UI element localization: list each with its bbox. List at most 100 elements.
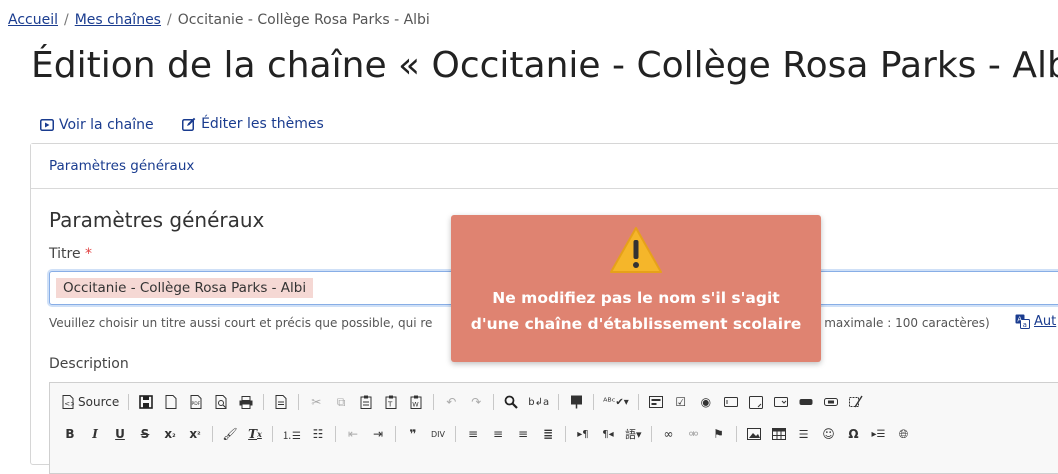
replace-icon[interactable]: b↲a: [528, 393, 549, 411]
select-all-icon[interactable]: [568, 393, 584, 411]
bulleted-list-icon[interactable]: ☷: [310, 425, 326, 443]
copy-icon[interactable]: ⧉: [333, 393, 349, 411]
breadcrumb-my-channels-link[interactable]: Mes chaînes: [75, 12, 161, 28]
translate-icon: Aa: [1015, 314, 1030, 329]
source-button[interactable]: <> Source: [62, 393, 119, 411]
image-icon[interactable]: [746, 425, 762, 443]
channel-actions: Voir la chaîne Éditer les thèmes: [40, 116, 348, 135]
iframe-icon[interactable]: 🌐︎: [896, 425, 912, 443]
breadcrumb: Accueil / Mes chaînes / Occitanie - Collège …: [8, 12, 430, 28]
ltr-icon[interactable]: ▸¶: [575, 425, 591, 443]
spellcheck-icon[interactable]: ᴬᴮᶜ✔▾: [603, 393, 629, 411]
export-pdf-icon[interactable]: PDF: [188, 393, 204, 411]
undo-icon[interactable]: ↶: [443, 393, 459, 411]
cut-icon[interactable]: ✂: [308, 393, 324, 411]
redo-icon[interactable]: ↷: [468, 393, 484, 411]
outdent-icon[interactable]: ⇤: [345, 425, 361, 443]
page-break-icon[interactable]: ▸☰: [871, 425, 887, 443]
align-left-icon[interactable]: ≡: [465, 425, 481, 443]
hidden-field-icon[interactable]: [848, 393, 864, 411]
print-icon[interactable]: [238, 393, 254, 411]
svg-text:<>: <>: [64, 400, 74, 408]
textfield-icon[interactable]: [723, 393, 739, 411]
toolbar-separator: [272, 426, 273, 442]
auto-translate-link[interactable]: Aa Aut: [1015, 314, 1056, 329]
remove-format-icon[interactable]: Tx: [247, 425, 263, 443]
card-header-tab[interactable]: Paramètres généraux: [31, 144, 1058, 189]
toolbar-separator: [564, 426, 566, 442]
warning-icon: [610, 227, 662, 273]
anchor-icon[interactable]: ⚑: [711, 425, 727, 443]
image-button-icon[interactable]: [823, 393, 839, 411]
textarea-icon[interactable]: [748, 393, 764, 411]
smiley-icon[interactable]: ☺: [821, 425, 837, 443]
editor-toolbar-row-1: <> Source PDF ✂ ⧉ T W ↶ ↷ b↲a ᴬᴮᶜ✔▾ ☑ ◉: [62, 391, 873, 413]
preview-icon[interactable]: [213, 393, 229, 411]
title-help-text: Veuillez choisir un titre aussi court et…: [49, 316, 433, 330]
radio-icon[interactable]: ◉: [698, 393, 714, 411]
button-icon[interactable]: [798, 393, 814, 411]
edit-icon: [182, 117, 196, 131]
italic-icon[interactable]: I: [87, 425, 103, 443]
view-channel-label: Voir la chaîne: [59, 117, 154, 133]
numbered-list-icon[interactable]: ⒈☰: [282, 425, 301, 443]
justify-icon[interactable]: ≣: [540, 425, 556, 443]
toolbar-separator: [263, 394, 265, 410]
align-center-icon[interactable]: ≡: [490, 425, 506, 443]
paste-word-icon[interactable]: W: [408, 393, 424, 411]
horizontal-rule-icon[interactable]: ☰: [796, 425, 812, 443]
find-icon[interactable]: [503, 393, 519, 411]
subscript-icon[interactable]: x₂: [162, 425, 178, 443]
link-icon[interactable]: ∞: [661, 425, 677, 443]
edit-themes-link[interactable]: Éditer les thèmes: [182, 116, 324, 132]
description-label: Description: [49, 356, 129, 372]
auto-translate-label: Aut: [1034, 314, 1057, 329]
toolbar-separator: [394, 426, 396, 442]
toolbar-separator: [558, 394, 560, 410]
svg-text:PDF: PDF: [192, 401, 201, 407]
toolbar-separator: [298, 394, 300, 410]
paste-icon[interactable]: [358, 393, 374, 411]
title-help-text-end: e maximale : 100 caractères): [813, 316, 990, 330]
table-icon[interactable]: [771, 425, 787, 443]
toolbar-separator: [493, 394, 495, 410]
required-marker: *: [85, 246, 93, 262]
templates-icon[interactable]: [273, 393, 289, 411]
toolbar-separator: [735, 426, 737, 442]
div-icon[interactable]: DIV: [430, 425, 446, 443]
superscript-icon[interactable]: x²: [187, 425, 203, 443]
select-icon[interactable]: [773, 393, 789, 411]
rtl-icon[interactable]: ¶◂: [600, 425, 616, 443]
save-icon[interactable]: [138, 393, 154, 411]
special-char-icon[interactable]: Ω: [846, 425, 862, 443]
toolbar-separator: [128, 394, 130, 410]
source-icon: <>: [62, 395, 74, 409]
toolbar-separator: [650, 426, 652, 442]
checkbox-icon[interactable]: ☑: [673, 393, 689, 411]
blockquote-icon[interactable]: ❞: [405, 425, 421, 443]
source-label: Source: [78, 395, 120, 409]
edit-themes-label: Éditer les thèmes: [201, 116, 324, 132]
unlink-icon[interactable]: ⚮: [686, 425, 702, 443]
breadcrumb-separator: /: [64, 12, 69, 28]
copy-format-icon[interactable]: 🖌: [222, 425, 238, 443]
form-icon[interactable]: [648, 393, 664, 411]
warning-message-line-1: Ne modifiez pas le nom s'il s'agit: [492, 289, 780, 307]
warning-message: Ne modifiez pas le nom s'il s'agit d'une…: [451, 285, 821, 337]
align-right-icon[interactable]: ≡: [515, 425, 531, 443]
section-title: Paramètres généraux: [49, 208, 265, 232]
breadcrumb-separator: /: [166, 12, 172, 28]
breadcrumb-home-link[interactable]: Accueil: [8, 12, 58, 28]
language-icon[interactable]: 語▾: [625, 425, 642, 443]
bold-icon[interactable]: B: [62, 425, 78, 443]
new-page-icon[interactable]: [163, 393, 179, 411]
underline-icon[interactable]: U: [112, 425, 128, 443]
view-channel-link[interactable]: Voir la chaîne: [40, 117, 154, 133]
paste-text-icon[interactable]: T: [383, 393, 399, 411]
toolbar-separator: [593, 394, 595, 410]
toolbar-separator: [212, 426, 213, 442]
strike-icon[interactable]: S: [137, 425, 153, 443]
indent-icon[interactable]: ⇥: [370, 425, 386, 443]
svg-text:a: a: [1023, 321, 1027, 329]
toolbar-separator: [334, 426, 336, 442]
